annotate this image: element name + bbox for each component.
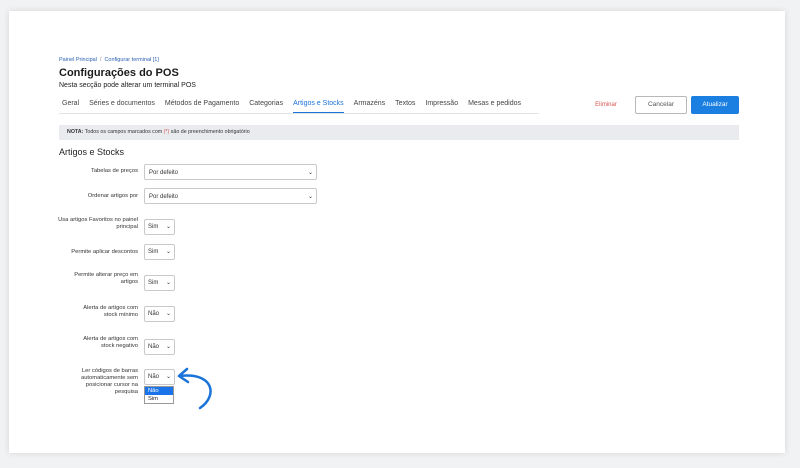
curved-arrow-icon [177, 367, 212, 410]
